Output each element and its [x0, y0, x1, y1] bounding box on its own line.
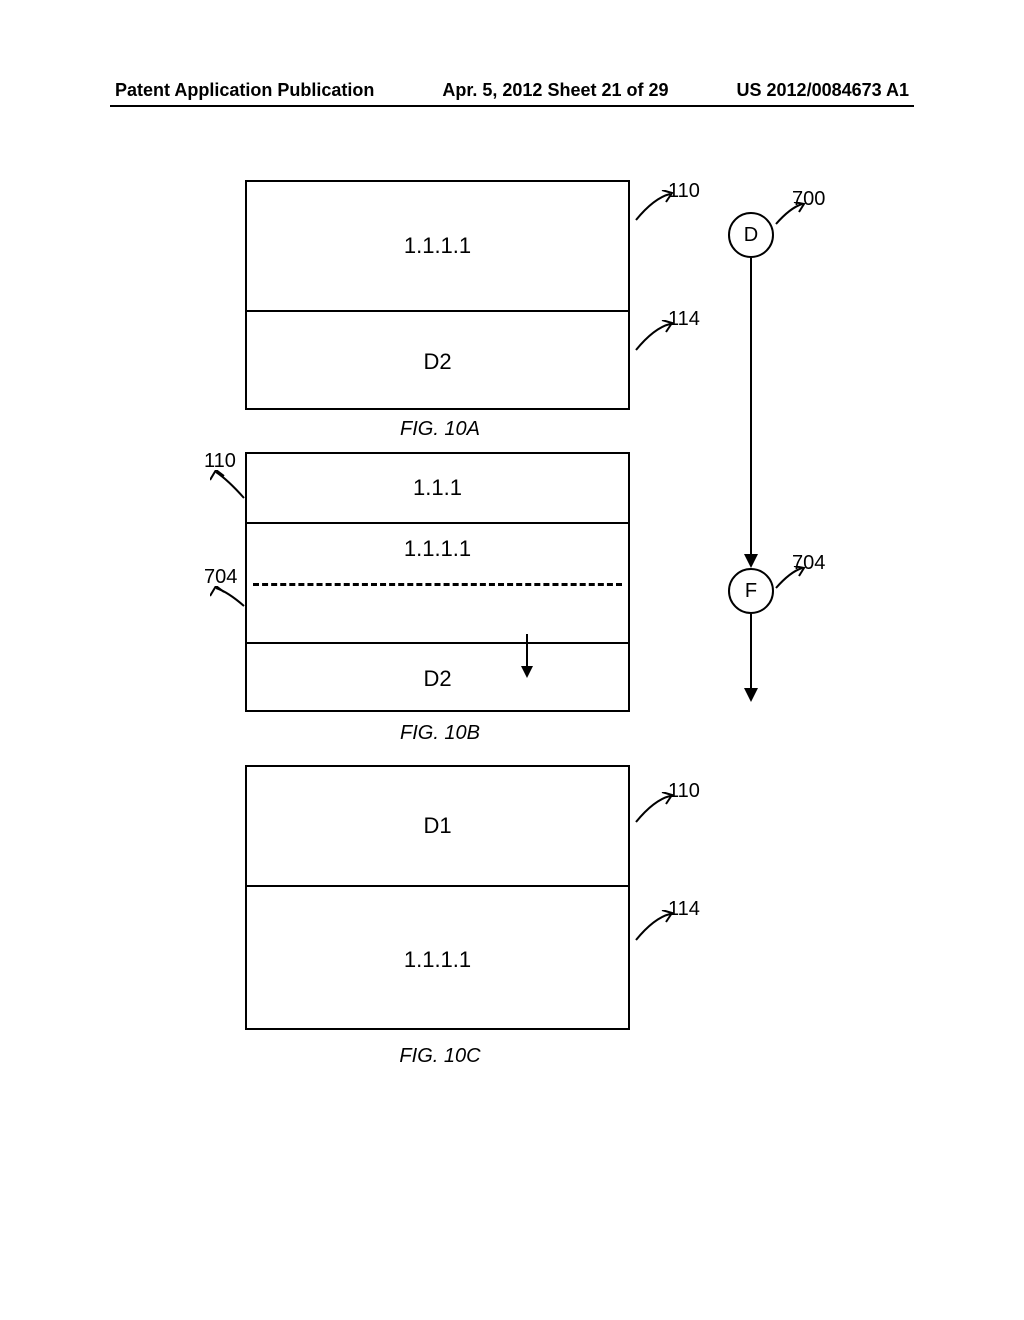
fig10a-bottom-cell: D2 — [247, 312, 628, 412]
flowline-d-to-f — [750, 258, 752, 558]
arrowhead-after-f-icon — [744, 688, 758, 702]
lead-700-icon — [772, 202, 807, 230]
header-rule — [110, 105, 914, 107]
fig10c-bottom-cell: 1.1.1.1 — [247, 887, 628, 1032]
arrowhead-into-f-icon — [744, 554, 758, 568]
lead-114-c-icon — [632, 910, 677, 950]
figure-10c: D1 1.1.1.1 — [245, 765, 630, 1030]
node-f: F — [728, 568, 774, 614]
flowline-after-f — [750, 614, 752, 692]
fig10a-top-cell: 1.1.1.1 — [247, 182, 628, 312]
header-center: Apr. 5, 2012 Sheet 21 of 29 — [442, 80, 668, 101]
fig10b-row1: 1.1.1 — [247, 454, 628, 524]
fig10b-row3: D2 — [247, 644, 628, 714]
fig10c-top-cell: D1 — [247, 767, 628, 887]
lead-110-b-icon — [210, 470, 250, 510]
fig10b-dashed-divider — [253, 583, 622, 586]
lead-110-c-icon — [632, 792, 677, 832]
fig10b-row3-label: D2 — [423, 666, 451, 692]
fig10c-caption: FIG. 10C — [380, 1045, 500, 1068]
lead-704-b-left-icon — [210, 586, 250, 616]
fig10b-caption: FIG. 10B — [380, 722, 500, 745]
node-d: D — [728, 212, 774, 258]
fig10b-small-arrow-icon — [517, 634, 537, 680]
fig10b-row2-label: 1.1.1.1 — [247, 536, 628, 562]
lead-114-a-icon — [632, 320, 677, 360]
figure-10b: 1.1.1 1.1.1.1 D2 — [245, 452, 630, 712]
lead-110-a-icon — [632, 190, 677, 230]
lead-704-right-icon — [772, 566, 807, 594]
figure-10a: 1.1.1.1 D2 — [245, 180, 630, 410]
fig10b-row2: 1.1.1.1 — [247, 524, 628, 644]
header-left: Patent Application Publication — [115, 80, 374, 101]
fig10a-caption: FIG. 10A — [380, 418, 500, 441]
header-right: US 2012/0084673 A1 — [737, 80, 909, 101]
page-header: Patent Application Publication Apr. 5, 2… — [0, 80, 1024, 101]
